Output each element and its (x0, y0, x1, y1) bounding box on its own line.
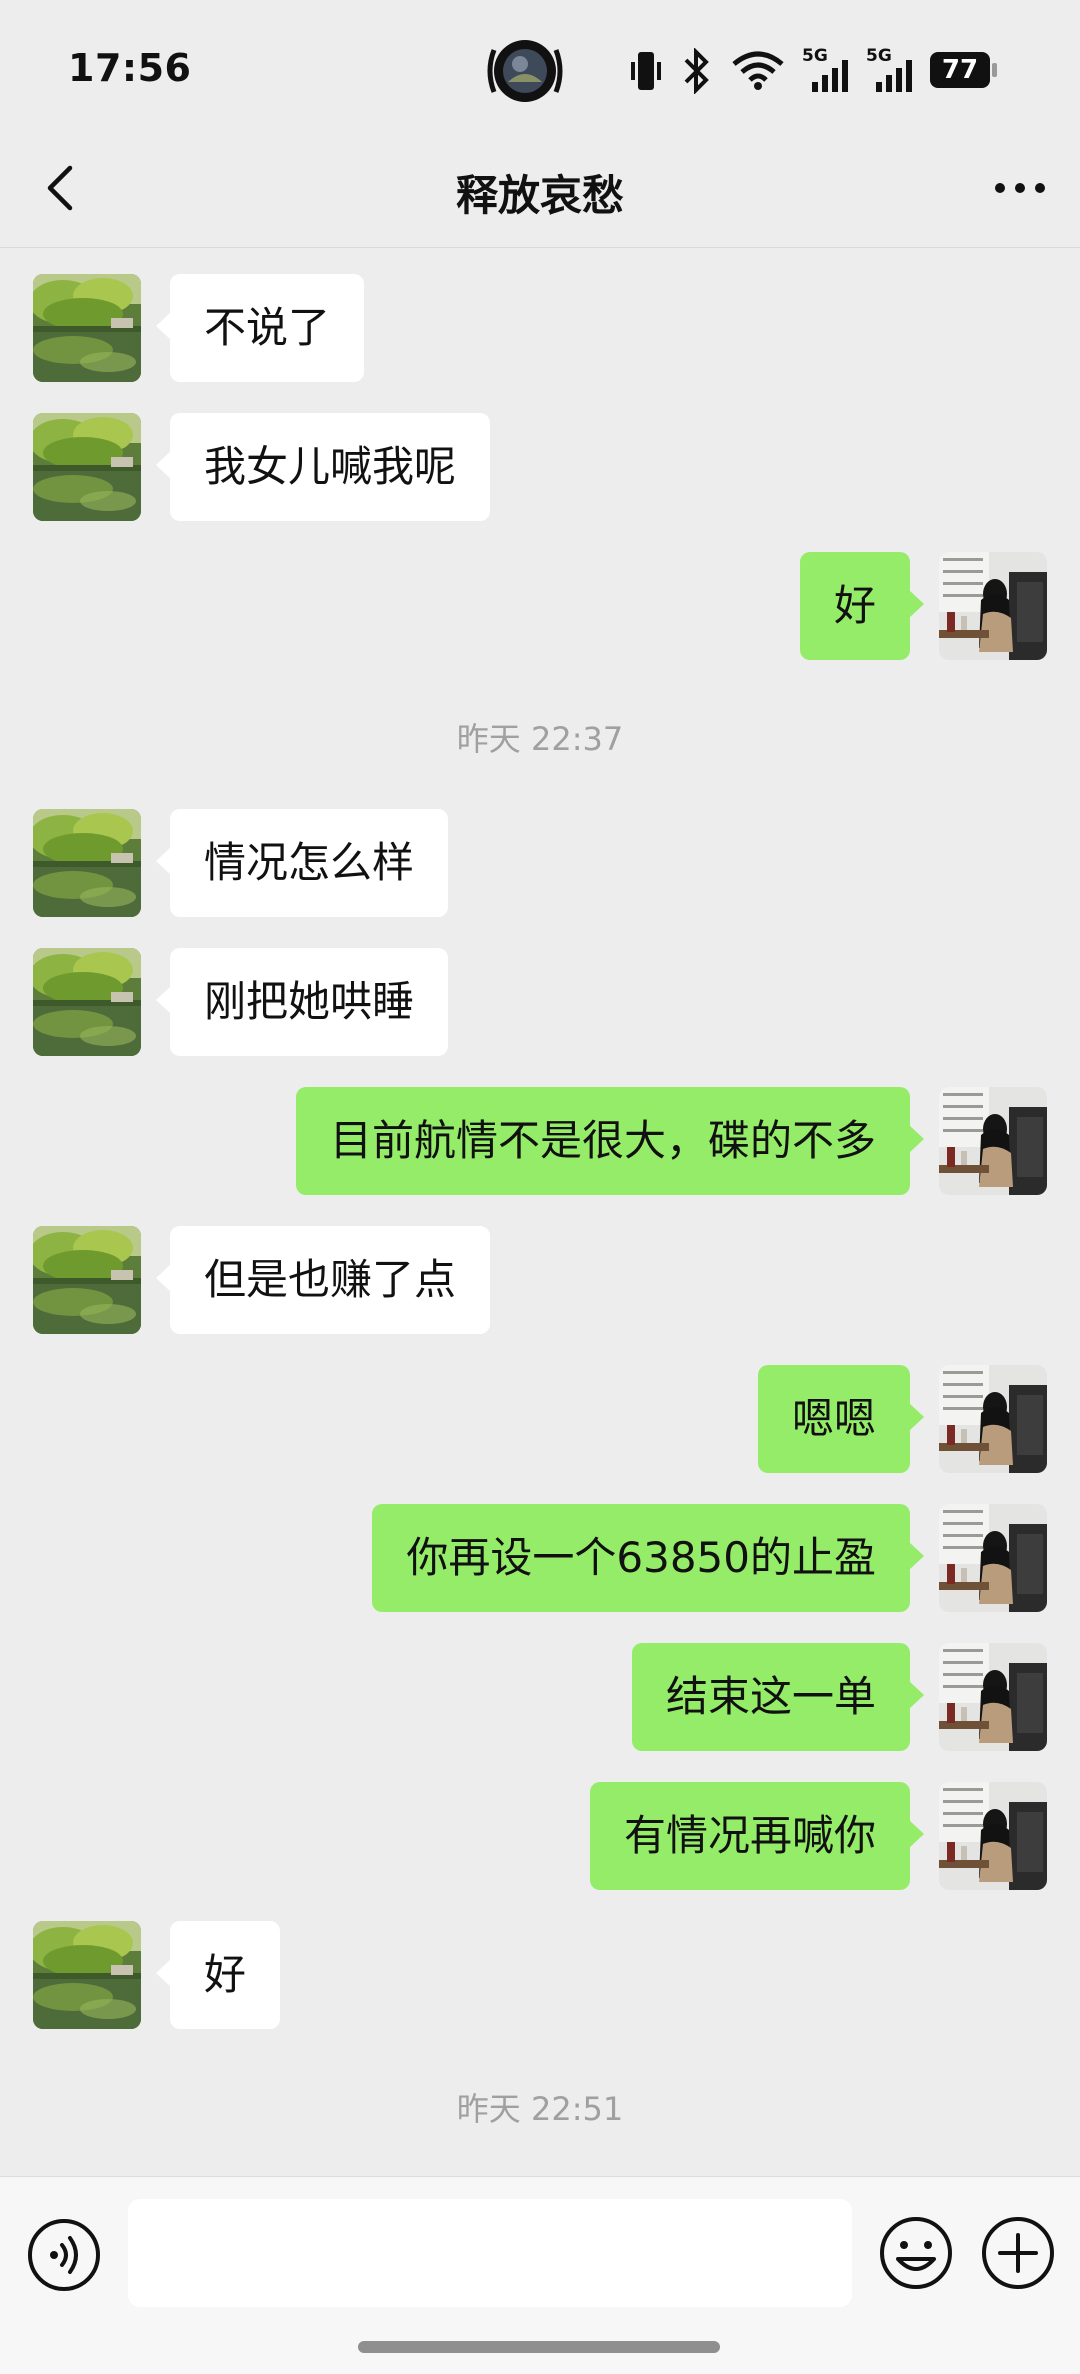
more-horizontal-icon[interactable] (985, 158, 1055, 218)
message-bubble[interactable]: 但是也赚了点 (155, 1226, 491, 1334)
status-bar: 17:56 5G 5G 77 (0, 0, 1080, 130)
contact-avatar[interactable] (33, 948, 141, 1056)
contact-avatar[interactable] (33, 274, 141, 382)
message-row: 我女儿喊我呢 (0, 413, 1080, 521)
signal-5g-icon: 5G (802, 46, 854, 94)
message-row: 不说了 (0, 274, 1080, 382)
message-row: 有情况再喊你 (0, 1782, 1080, 1890)
message-row: 好 (0, 552, 1080, 660)
chat-area[interactable]: 不说了 我女儿喊我呢 好 昨天 22:37 情况怎么样 刚把她哄睡 目前航情不是… (0, 248, 1080, 2176)
message-bubble[interactable]: 好 (799, 552, 925, 660)
message-row: 好 (0, 1921, 1080, 2029)
message-bubble[interactable]: 目前航情不是很大，碟的不多 (295, 1087, 925, 1195)
camera-pill-icon (487, 40, 563, 102)
timestamp: 昨天 22:51 (456, 2090, 624, 2128)
message-bubble[interactable]: 有情况再喊你 (589, 1782, 925, 1890)
emoji-icon[interactable] (876, 2213, 956, 2293)
chat-title: 释放哀愁 (455, 171, 624, 220)
timestamp: 昨天 22:37 (456, 720, 624, 758)
contact-avatar[interactable] (33, 809, 141, 917)
plus-circle-icon[interactable] (978, 2213, 1058, 2293)
message-bubble[interactable]: 结束这一单 (631, 1643, 925, 1751)
message-row: 情况怎么样 (0, 809, 1080, 917)
status-icons: 5G 5G 77 (470, 36, 1030, 106)
status-time: 17:56 (68, 46, 192, 90)
message-input[interactable] (128, 2199, 852, 2307)
message-bubble[interactable]: 好 (155, 1921, 281, 2029)
self-avatar[interactable] (939, 1087, 1047, 1195)
message-row: 结束这一单 (0, 1643, 1080, 1751)
self-avatar[interactable] (939, 1643, 1047, 1751)
title-bar: 释放哀愁 (0, 130, 1080, 248)
message-bubble[interactable]: 情况怎么样 (155, 809, 449, 917)
message-bubble[interactable]: 嗯嗯 (757, 1365, 925, 1473)
message-bubble[interactable]: 刚把她哄睡 (155, 948, 449, 1056)
contact-avatar[interactable] (33, 1921, 141, 2029)
self-avatar[interactable] (939, 1782, 1047, 1890)
contact-avatar[interactable] (33, 1226, 141, 1334)
message-row: 你再设一个63850的止盈 (0, 1504, 1080, 1612)
message-row: 刚把她哄睡 (0, 948, 1080, 1056)
self-avatar[interactable] (939, 1504, 1047, 1612)
self-avatar[interactable] (939, 552, 1047, 660)
signal-5g-icon: 5G (866, 46, 918, 94)
message-row: 但是也赚了点 (0, 1226, 1080, 1334)
self-avatar[interactable] (939, 1365, 1047, 1473)
message-row: 目前航情不是很大，碟的不多 (0, 1087, 1080, 1195)
vibrate-icon (631, 52, 661, 90)
bluetooth-icon (684, 48, 709, 94)
message-bubble[interactable]: 你再设一个63850的止盈 (372, 1504, 924, 1612)
wifi-icon (732, 51, 784, 90)
contact-avatar[interactable] (33, 413, 141, 521)
message-bubble[interactable]: 不说了 (155, 274, 365, 382)
voice-icon[interactable] (24, 2215, 104, 2295)
home-indicator[interactable] (358, 2341, 720, 2353)
message-bubble[interactable]: 我女儿喊我呢 (155, 413, 491, 521)
message-row: 嗯嗯 (0, 1365, 1080, 1473)
battery-icon: 77 (930, 52, 998, 88)
battery-level: 77 (941, 55, 979, 85)
